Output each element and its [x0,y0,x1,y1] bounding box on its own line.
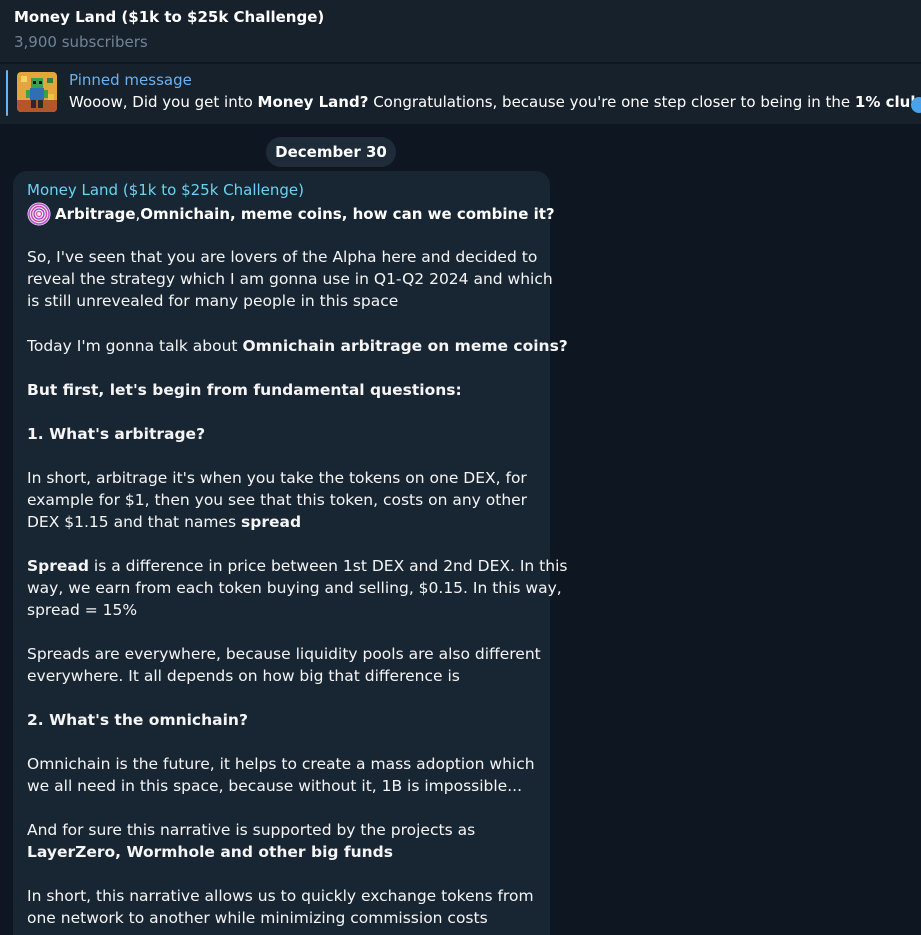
message-paragraph: And for sure this narrative is supported… [27,821,476,861]
date-separator: December 30 [266,137,396,167]
message-author[interactable]: Money Land ($1k to $25k Challenge) [27,181,304,199]
pinned-message-bar[interactable]: Pinned message Wooow, Did you get into M… [0,64,921,124]
message-heading: Arbitrage, Omnichain, meme coins, how ca… [27,202,555,226]
pinned-label: Pinned message [69,71,192,89]
chat-header[interactable]: Money Land ($1k to $25k Challenge) 3,900… [0,0,921,62]
message-subheading: 2. What's the omnichain? [27,711,248,729]
message-paragraph: Today I'm gonna talk about Omnichain arb… [27,337,568,355]
pinned-text: Wooow, Did you get into Money Land? Cong… [69,93,921,111]
message-paragraph: Omnichain is the future, it helps to cre… [27,755,535,795]
pinned-indicator-bar [6,70,8,116]
concentric-rings-orb-icon [27,202,51,226]
message-paragraph: Spreads are everywhere, because liquidit… [27,645,541,685]
message-paragraph: In short, this narrative allows us to qu… [27,887,534,927]
message-paragraph: So, I've seen that you are lovers of the… [27,248,553,310]
chat-title[interactable]: Money Land ($1k to $25k Challenge) [14,8,324,26]
message-bubble[interactable]: Money Land ($1k to $25k Challenge) Arbit… [13,171,568,935]
pixel-art-character-thumbnail-icon[interactable] [17,72,57,112]
message-paragraph: Spread is a difference in price between … [27,557,568,619]
message-paragraph: In short, arbitrage it's when you take t… [27,469,528,531]
message-subheading: But first, let's begin from fundamental … [27,381,462,399]
message-subheading: 1. What's arbitrage? [27,425,206,443]
verified-badge-icon [911,97,921,113]
subscriber-count: 3,900 subscribers [14,33,148,51]
